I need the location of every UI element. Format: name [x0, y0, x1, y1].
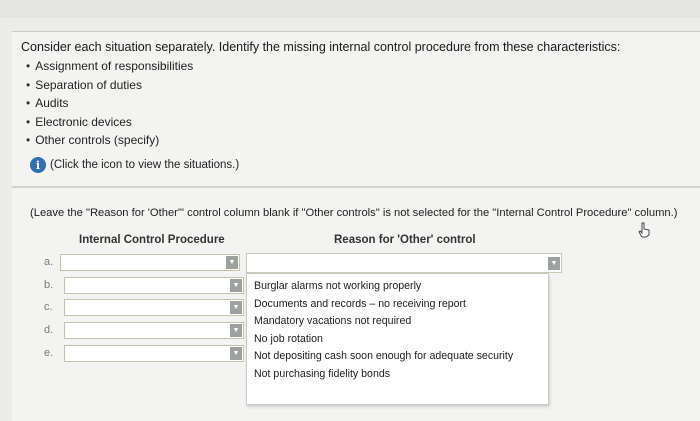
procedure-select-d[interactable]: ▼ [64, 322, 244, 339]
characteristic-item: Audits [26, 94, 193, 113]
info-text: (Click the icon to view the situations.) [50, 159, 240, 171]
chevron-down-icon[interactable]: ▼ [548, 257, 560, 270]
info-row: i (Click the icon to view the situations… [30, 157, 239, 173]
reason-option[interactable]: Not depositing cash soon enough for adeq… [254, 348, 548, 366]
characteristic-item: Assignment of responsibilities [26, 57, 193, 76]
row-label-e: e. [44, 347, 54, 359]
reason-option[interactable]: No job rotation [254, 331, 548, 349]
section-divider [12, 186, 700, 188]
procedure-select-e[interactable]: ▼ [64, 345, 244, 362]
chevron-down-icon[interactable]: ▼ [226, 256, 238, 269]
characteristic-item: Electronic devices [26, 113, 193, 132]
reason-select[interactable]: ▼ [246, 253, 562, 273]
top-bar [0, 0, 700, 18]
reason-option[interactable]: Burglar alarms not working properly [254, 278, 548, 296]
procedure-select-b[interactable]: ▼ [64, 277, 244, 294]
row-label-a: a. [44, 256, 54, 268]
header-reason: Reason for 'Other' control [334, 234, 476, 246]
reason-option[interactable]: Documents and records – no receiving rep… [254, 296, 548, 314]
reason-options-list: Burglar alarms not working properly Docu… [246, 273, 549, 405]
info-icon[interactable]: i [30, 157, 46, 173]
header-procedure: Internal Control Procedure [79, 234, 225, 246]
hand-cursor-icon [638, 222, 650, 238]
characteristic-item: Other controls (specify) [26, 131, 193, 150]
procedure-select-a[interactable]: ▼ [60, 254, 240, 271]
instruction-note: (Leave the "Reason for 'Other'" control … [30, 207, 678, 219]
chevron-down-icon[interactable]: ▼ [230, 324, 242, 337]
characteristic-item: Separation of duties [26, 76, 193, 95]
procedure-select-c[interactable]: ▼ [64, 299, 244, 316]
row-label-d: d. [44, 324, 54, 336]
row-label-c: c. [44, 301, 53, 313]
chevron-down-icon[interactable]: ▼ [230, 279, 242, 292]
chevron-down-icon[interactable]: ▼ [230, 301, 242, 314]
characteristics-list: Assignment of responsibilities Separatio… [26, 57, 193, 150]
reason-option[interactable]: Not purchasing fidelity bonds [254, 366, 548, 384]
question-prompt: Consider each situation separately. Iden… [21, 40, 621, 54]
row-label-b: b. [44, 279, 54, 291]
chevron-down-icon[interactable]: ▼ [230, 347, 242, 360]
reason-option[interactable]: Mandatory vacations not required [254, 313, 548, 331]
